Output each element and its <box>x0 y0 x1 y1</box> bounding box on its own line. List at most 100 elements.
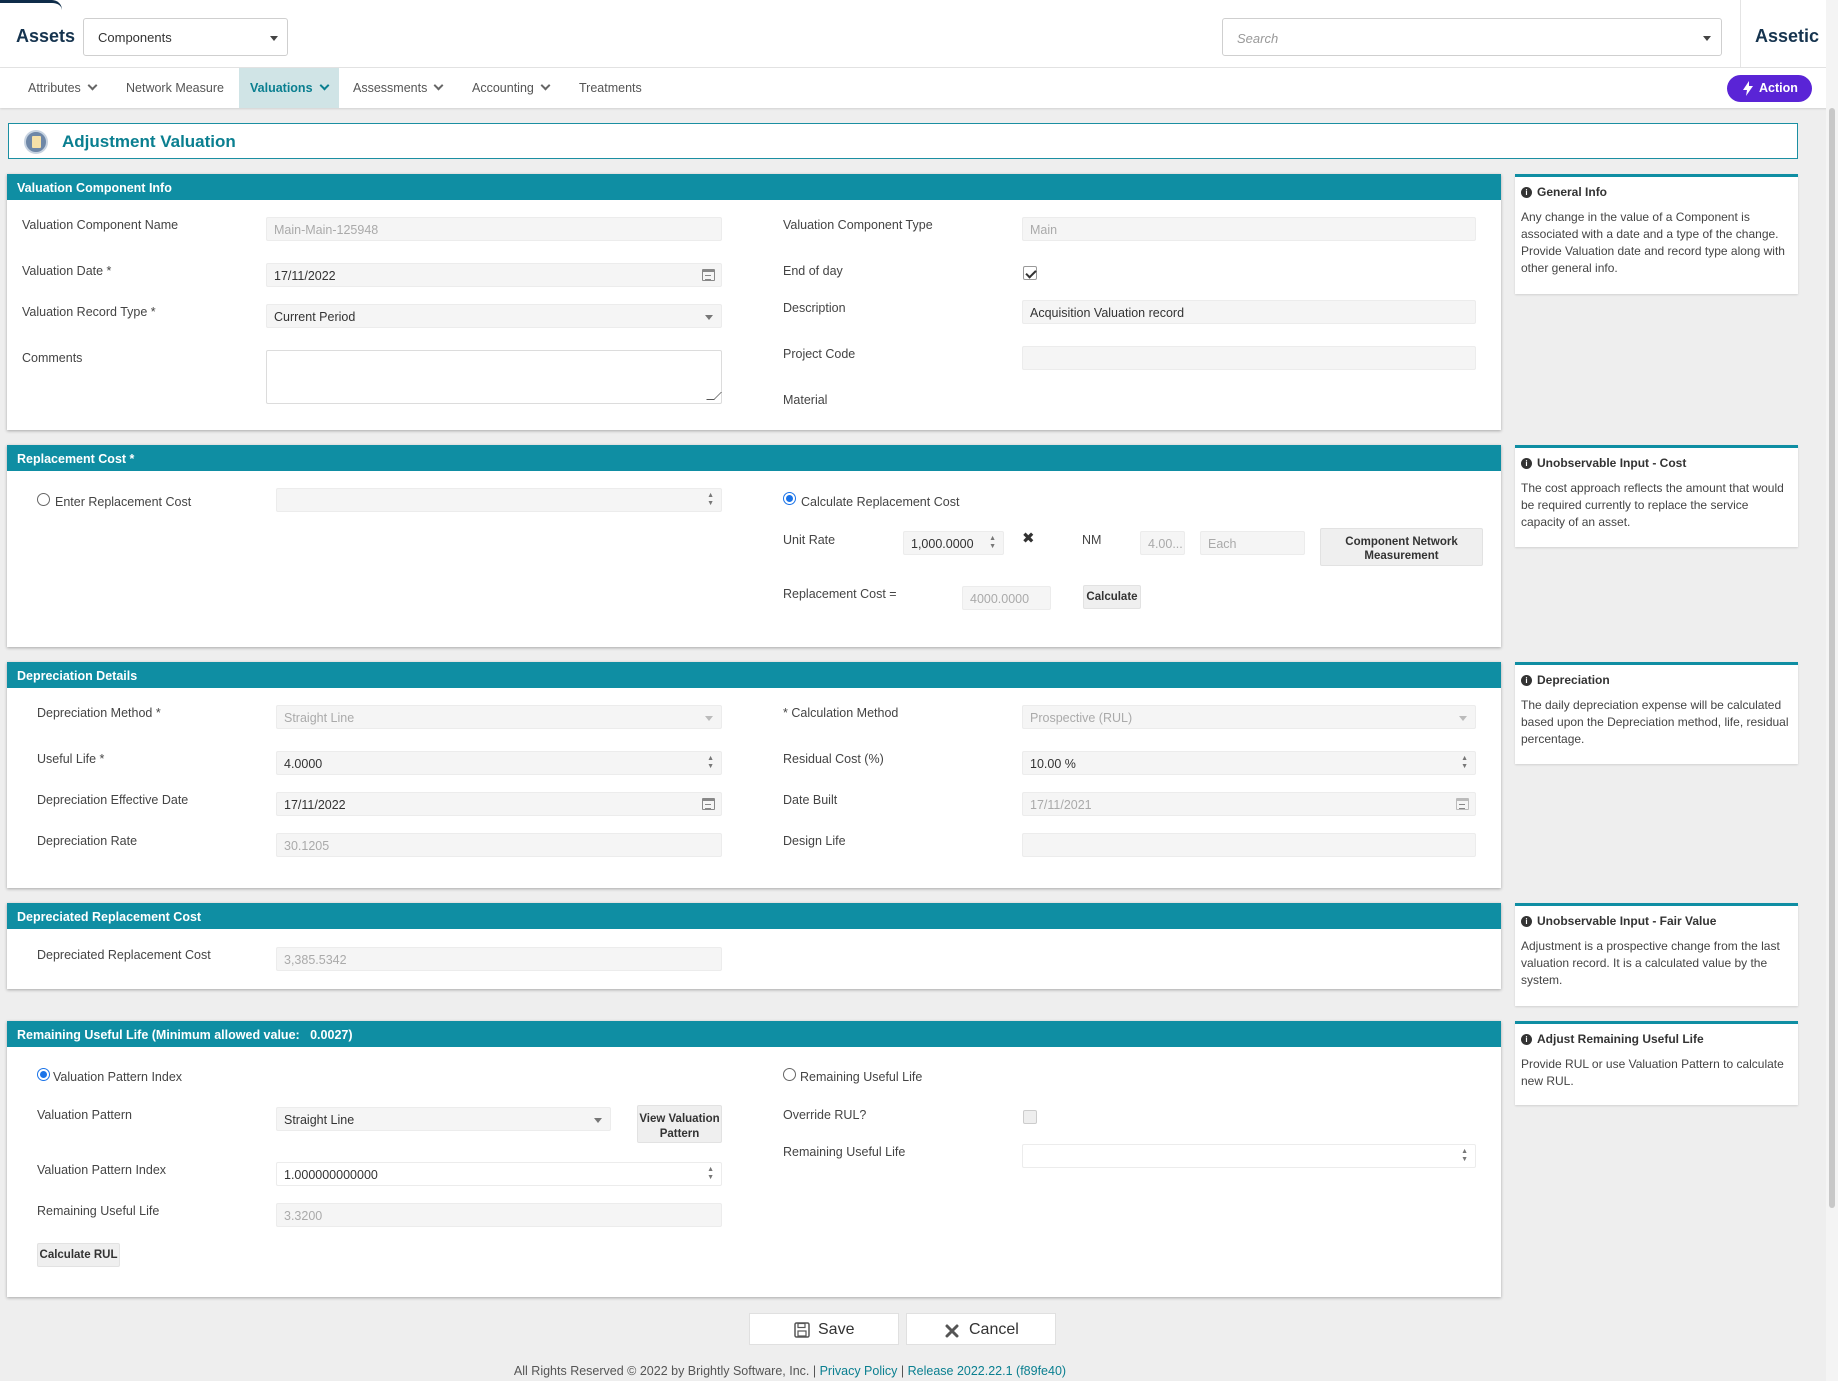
module-select[interactable]: Components <box>83 18 288 56</box>
valuation-pattern-select[interactable]: Straight Line <box>276 1107 611 1131</box>
comments-label: Comments <box>22 351 83 365</box>
side-note-title: i Depreciation <box>1521 673 1792 687</box>
comments-textarea[interactable] <box>266 350 722 404</box>
info-icon: i <box>1521 458 1532 470</box>
valuation-pattern-label: Valuation Pattern <box>37 1108 132 1122</box>
calculation-method-select[interactable]: Prospective (RUL) <box>1022 705 1476 729</box>
pattern-index-field[interactable]: 1.000000000000 ▲ ▼ <box>276 1162 722 1186</box>
nm-field: 4.00... <box>1140 531 1185 555</box>
tab-label: Attributes <box>28 81 81 95</box>
info-icon: i <box>1521 187 1532 199</box>
spinner-icon[interactable]: ▲ ▼ <box>707 492 714 508</box>
rul-heading-min: 0.0027) <box>310 1028 353 1042</box>
tab-attributes[interactable]: Attributes <box>28 68 98 108</box>
scrollbar-thumb[interactable] <box>1829 108 1835 1208</box>
override-rul-checkbox[interactable] <box>1023 1110 1037 1124</box>
tab-assessments[interactable]: Assessments <box>353 68 444 108</box>
side-note-title-text: Adjust Remaining Useful Life <box>1537 1032 1704 1046</box>
replacement-cost-panel: Replacement Cost * Enter Replacement Cos… <box>7 445 1501 647</box>
save-button[interactable]: Save <box>749 1313 899 1345</box>
replacement-cost-field: 4000.0000 <box>962 586 1051 610</box>
residual-cost-field[interactable]: 10.00 % ▲ ▼ <box>1022 751 1476 775</box>
calculate-replacement-cost-label: Calculate Replacement Cost <box>801 495 960 509</box>
effective-date-field[interactable]: 17/11/2022 <box>276 792 722 816</box>
footer: All Rights Reserved © 2022 by Brightly S… <box>0 1364 1580 1378</box>
side-note-text: Provide RUL or use Valuation Pattern to … <box>1521 1057 1784 1088</box>
privacy-policy-link[interactable]: Privacy Policy <box>820 1364 898 1378</box>
info-icon: i <box>1521 916 1532 928</box>
cancel-button[interactable]: Cancel <box>906 1313 1056 1345</box>
tab-treatments[interactable]: Treatments <box>579 68 642 108</box>
calendar-icon[interactable] <box>702 798 715 810</box>
rul-right-field[interactable]: ▲ ▼ <box>1022 1144 1476 1168</box>
component-network-measurement-button[interactable]: Component Network Measurement <box>1320 528 1483 566</box>
spinner-icon[interactable]: ▲ ▼ <box>707 1166 714 1182</box>
release-link[interactable]: Release 2022.22.1 (f89fe40) <box>908 1364 1066 1378</box>
component-name-field: Main-Main-125948 <box>266 217 722 241</box>
spinner-icon[interactable]: ▲ ▼ <box>707 755 714 771</box>
corner-accent <box>0 0 62 10</box>
drc-value: 3,385.5342 <box>284 953 347 967</box>
chevron-down-icon <box>705 315 713 320</box>
enter-replacement-cost-radio[interactable] <box>37 493 50 506</box>
calendar-icon[interactable] <box>702 269 715 281</box>
rul-right-label: Remaining Useful Life <box>783 1145 906 1159</box>
end-of-day-checkbox[interactable] <box>1023 266 1037 280</box>
pattern-index-radio[interactable] <box>37 1068 50 1081</box>
calculate-replacement-cost-radio[interactable] <box>783 492 796 505</box>
side-note-depreciation: i Depreciation The daily depreciation exp… <box>1515 662 1798 764</box>
component-info-panel: Valuation Component Info Valuation Compo… <box>7 174 1501 430</box>
component-type-label: Valuation Component Type <box>783 218 933 232</box>
description-field[interactable]: Acquisition Valuation record <box>1022 300 1476 324</box>
depreciation-method-select[interactable]: Straight Line <box>276 705 722 729</box>
depreciation-method-value: Straight Line <box>284 711 355 725</box>
pattern-index-radio-label: Valuation Pattern Index <box>53 1070 183 1084</box>
action-button[interactable]: Action <box>1727 75 1812 102</box>
component-type-value: Main <box>1030 223 1058 237</box>
tab-accounting[interactable]: Accounting <box>472 68 551 108</box>
side-note-title-text: General Info <box>1537 185 1608 199</box>
enter-replacement-cost-field[interactable]: ▲ ▼ <box>276 488 722 512</box>
tab-network-measure[interactable]: Network Measure <box>126 68 224 108</box>
rul-panel: Remaining Useful Life (Minimum allowed v… <box>7 1021 1501 1297</box>
module-select-value: Components <box>98 30 172 45</box>
drc-panel: Depreciated Replacement Cost Depreciated… <box>7 903 1501 989</box>
calculate-rul-label: Calculate RUL <box>39 1249 118 1261</box>
useful-life-value: 4.0000 <box>284 757 323 771</box>
calculate-rul-button[interactable]: Calculate RUL <box>37 1243 120 1267</box>
record-type-select[interactable]: Current Period <box>266 304 722 328</box>
view-valuation-pattern-button[interactable]: View Valuation Pattern <box>637 1105 722 1143</box>
tab-valuations[interactable]: Valuations <box>239 68 339 108</box>
search-input[interactable]: Search <box>1222 18 1722 56</box>
multiply-icon: ✖ <box>1022 530 1035 547</box>
close-icon <box>945 1324 959 1338</box>
copyright-text: All Rights Reserved © 2022 by Brightly S… <box>513 1364 817 1378</box>
design-life-field[interactable] <box>1022 833 1476 857</box>
panel-heading: Remaining Useful Life (Minimum allowed v… <box>7 1021 1501 1047</box>
valuation-date-field[interactable]: 17/11/2022 <box>266 263 722 287</box>
spinner-icon[interactable]: ▲ ▼ <box>1461 1148 1468 1164</box>
override-rul-label: Override RUL? <box>783 1108 867 1122</box>
calculate-button[interactable]: Calculate <box>1083 585 1141 609</box>
unit-rate-field[interactable]: 1,000.0000 ▲ ▼ <box>903 531 1004 555</box>
spinner-icon[interactable]: ▲ ▼ <box>1461 755 1468 771</box>
pattern-index-label: Valuation Pattern Index <box>37 1163 167 1177</box>
resize-handle-icon[interactable] <box>706 392 722 400</box>
project-code-field[interactable] <box>1022 346 1476 370</box>
page-title: Adjustment Valuation <box>62 132 236 151</box>
chevron-down-icon <box>1459 716 1467 721</box>
tab-label: Accounting <box>472 81 534 95</box>
residual-cost-value: 10.00 % <box>1030 757 1076 771</box>
component-network-label: Component Network Measurement <box>1345 536 1458 562</box>
app-name: Assetic <box>1755 26 1820 46</box>
replacement-cost-value: 4000.0000 <box>970 592 1030 606</box>
calculation-method-label: * Calculation Method <box>783 706 899 720</box>
lightning-icon <box>1743 81 1753 96</box>
tab-label: Treatments <box>579 81 642 95</box>
useful-life-field[interactable]: 4.0000 ▲ ▼ <box>276 751 722 775</box>
spinner-icon[interactable]: ▲ ▼ <box>989 535 996 551</box>
page-scrollbar[interactable] <box>1826 0 1838 1381</box>
footer-separator: | <box>900 1364 905 1378</box>
rul-radio[interactable] <box>783 1068 796 1081</box>
record-type-label: Valuation Record Type * <box>22 305 156 319</box>
